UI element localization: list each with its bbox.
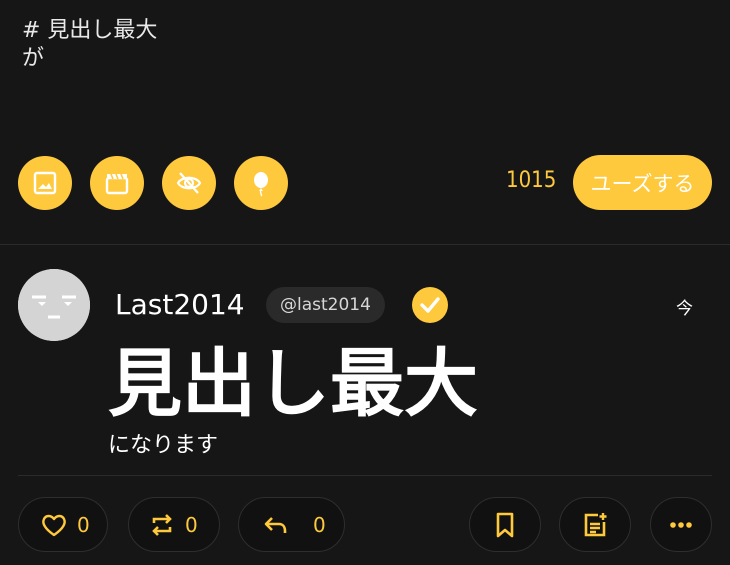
verified-icon — [412, 287, 448, 323]
balloon-button[interactable] — [234, 156, 288, 210]
eye-off-icon — [176, 172, 202, 194]
character-count: 1015 — [506, 168, 557, 193]
composer: # 見出し最大 が 1015 ユーズする — [0, 0, 730, 244]
video-button[interactable] — [90, 156, 144, 210]
more-horizontal-icon — [670, 521, 692, 528]
like-count: 0 — [77, 512, 90, 537]
reply-button[interactable]: 0 — [238, 497, 345, 552]
post-body-text: になります — [108, 433, 219, 458]
divider — [0, 244, 730, 245]
clapperboard-icon — [105, 173, 129, 195]
post-time[interactable]: 今 — [676, 294, 693, 319]
handle-badge[interactable]: @last2014 — [266, 287, 385, 323]
note-add-icon — [584, 512, 607, 536]
bookmark-button[interactable] — [469, 497, 541, 552]
repost-count: 0 — [185, 512, 198, 537]
repost-icon — [152, 513, 172, 536]
balloon-icon — [254, 172, 268, 197]
divider — [18, 475, 712, 476]
like-button[interactable]: 0 — [18, 497, 108, 552]
reply-icon — [264, 516, 287, 533]
more-button[interactable] — [650, 497, 712, 552]
image-button[interactable] — [18, 156, 72, 210]
heart-icon — [42, 514, 66, 536]
draft-line-2: が — [22, 46, 45, 71]
draft-text[interactable]: # 見出し最大 が — [22, 17, 157, 73]
avatar[interactable] — [18, 269, 90, 341]
username[interactable]: Last2014 — [115, 288, 245, 321]
submit-button[interactable]: ユーズする — [573, 155, 712, 210]
reply-count: 0 — [313, 512, 326, 537]
sensitive-toggle-button[interactable] — [162, 156, 216, 210]
repost-button[interactable]: 0 — [128, 497, 220, 552]
post-headline: 見出し最大 — [108, 341, 478, 427]
note-button[interactable] — [559, 497, 631, 552]
avatar-face-icon — [18, 269, 90, 341]
image-icon — [33, 171, 57, 195]
bookmark-icon — [496, 512, 514, 537]
draft-line-1: # 見出し最大 — [22, 18, 158, 43]
